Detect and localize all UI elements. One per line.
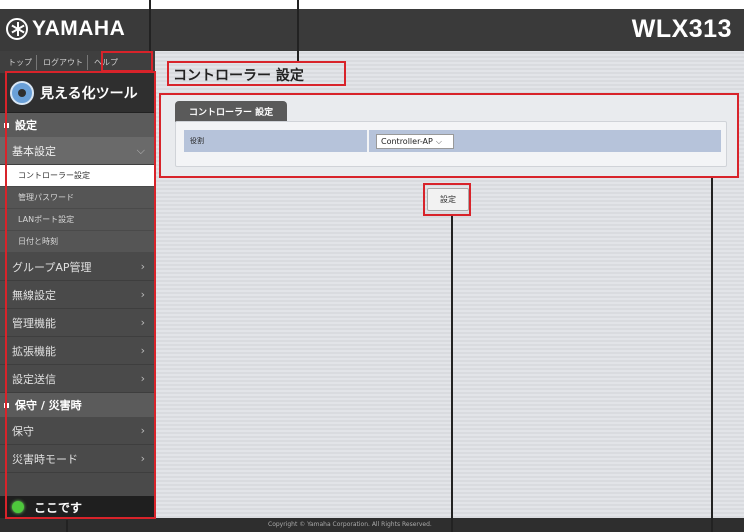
- callout-line: [66, 520, 68, 532]
- chevron-right-icon: ›: [140, 372, 145, 385]
- yamaha-logo: YAMAHA: [6, 17, 125, 41]
- chevron-right-icon: ›: [140, 452, 145, 465]
- tuning-fork-logo-icon: [6, 18, 28, 40]
- sidebar-item-label: 拡張機能: [12, 344, 56, 358]
- chevron-down-icon: ⌵: [435, 136, 442, 146]
- visualization-tool-button[interactable]: 見える化ツール: [0, 73, 155, 113]
- sidebar-subitem-lan-port-settings[interactable]: LANポート設定: [0, 209, 155, 231]
- status-dot-icon: [12, 501, 24, 513]
- callout-line: [451, 216, 453, 532]
- sidebar-subitem-controller-settings[interactable]: コントローラー設定: [0, 165, 155, 187]
- footer: Copyright © Yamaha Corporation. All Righ…: [0, 518, 744, 532]
- sidebar-item-label: グループAP管理: [12, 260, 92, 274]
- sidebar-item-basic-settings[interactable]: 基本設定 ⌵: [0, 137, 155, 165]
- copyright-text: Copyright © Yamaha Corporation. All Righ…: [268, 521, 432, 528]
- visualization-icon: [10, 80, 34, 105]
- main-content: コントローラー 設定 コントローラー 設定 役割 Controller-AP ⌵…: [155, 51, 744, 518]
- chevron-right-icon: ›: [140, 316, 145, 329]
- maintenance-section-header: 保守 / 災害時: [0, 393, 155, 417]
- sidebar-item-maintenance[interactable]: 保守 ›: [0, 417, 155, 445]
- top-link[interactable]: トップ: [4, 54, 37, 70]
- callout-line: [711, 178, 713, 532]
- sidebar-item-label: 無線設定: [12, 288, 56, 302]
- chevron-right-icon: ›: [140, 260, 145, 273]
- role-value-cell: Controller-AP ⌵: [369, 130, 721, 152]
- panel-tab: コントローラー 設定: [175, 101, 288, 122]
- sidebar-item-label: 保守: [12, 424, 34, 438]
- app-header: YAMAHA WLX313: [0, 9, 744, 51]
- sidebar-item-disaster-mode[interactable]: 災害時モード ›: [0, 445, 155, 473]
- sidebar-item-label: 災害時モード: [12, 452, 78, 466]
- sidebar-item-label: 管理機能: [12, 316, 56, 330]
- model-name: WLX313: [631, 15, 732, 43]
- sidebar-subitem-admin-password[interactable]: 管理パスワード: [0, 187, 155, 209]
- settings-section-label: 設定: [15, 119, 37, 132]
- sidebar-item-group-ap-management[interactable]: グループAP管理 ›: [0, 253, 155, 281]
- brand-name: YAMAHA: [32, 17, 126, 40]
- sidebar-item-extended-functions[interactable]: 拡張機能 ›: [0, 337, 155, 365]
- role-select-value: Controller-AP: [381, 137, 433, 146]
- callout-line: [297, 0, 299, 62]
- submit-settings-button[interactable]: 設定: [427, 188, 469, 211]
- sidebar-item-label: 基本設定: [12, 144, 56, 158]
- sidebar-item-wireless-settings[interactable]: 無線設定 ›: [0, 281, 155, 309]
- square-bullet-icon: [4, 402, 9, 408]
- sidebar-item-send-settings[interactable]: 設定送信 ›: [0, 365, 155, 393]
- page-title: コントローラー 設定: [173, 68, 304, 84]
- role-label: 役割: [184, 130, 367, 152]
- callout-line: [149, 0, 151, 52]
- current-location-indicator: ここです: [0, 496, 155, 518]
- settings-panel: コントローラー 設定 役割 Controller-AP ⌵: [161, 95, 738, 177]
- sidebar-subitem-date-time[interactable]: 日付と時刻: [0, 231, 155, 253]
- logout-link[interactable]: ログアウト: [39, 54, 88, 70]
- chevron-right-icon: ›: [140, 288, 145, 301]
- settings-form: 役割 Controller-AP ⌵: [175, 121, 727, 167]
- maintenance-section-label: 保守 / 災害時: [15, 399, 82, 412]
- role-select[interactable]: Controller-AP ⌵: [376, 134, 454, 149]
- square-bullet-icon: [4, 122, 9, 128]
- chevron-right-icon: ›: [140, 424, 145, 437]
- visualization-tool-label: 見える化ツール: [40, 85, 138, 102]
- chevron-down-icon: ⌵: [136, 143, 145, 157]
- sidebar: 見える化ツール 設定 基本設定 ⌵ コントローラー設定 管理パスワード LANポ…: [0, 73, 155, 518]
- top-navigation: トップ ログアウト ヘルプ: [0, 51, 155, 73]
- sidebar-item-label: 設定送信: [12, 372, 56, 386]
- help-link[interactable]: ヘルプ: [90, 55, 122, 70]
- sidebar-item-management[interactable]: 管理機能 ›: [0, 309, 155, 337]
- settings-section-header: 設定: [0, 113, 155, 137]
- chevron-right-icon: ›: [140, 344, 145, 357]
- current-location-label: ここです: [34, 500, 83, 515]
